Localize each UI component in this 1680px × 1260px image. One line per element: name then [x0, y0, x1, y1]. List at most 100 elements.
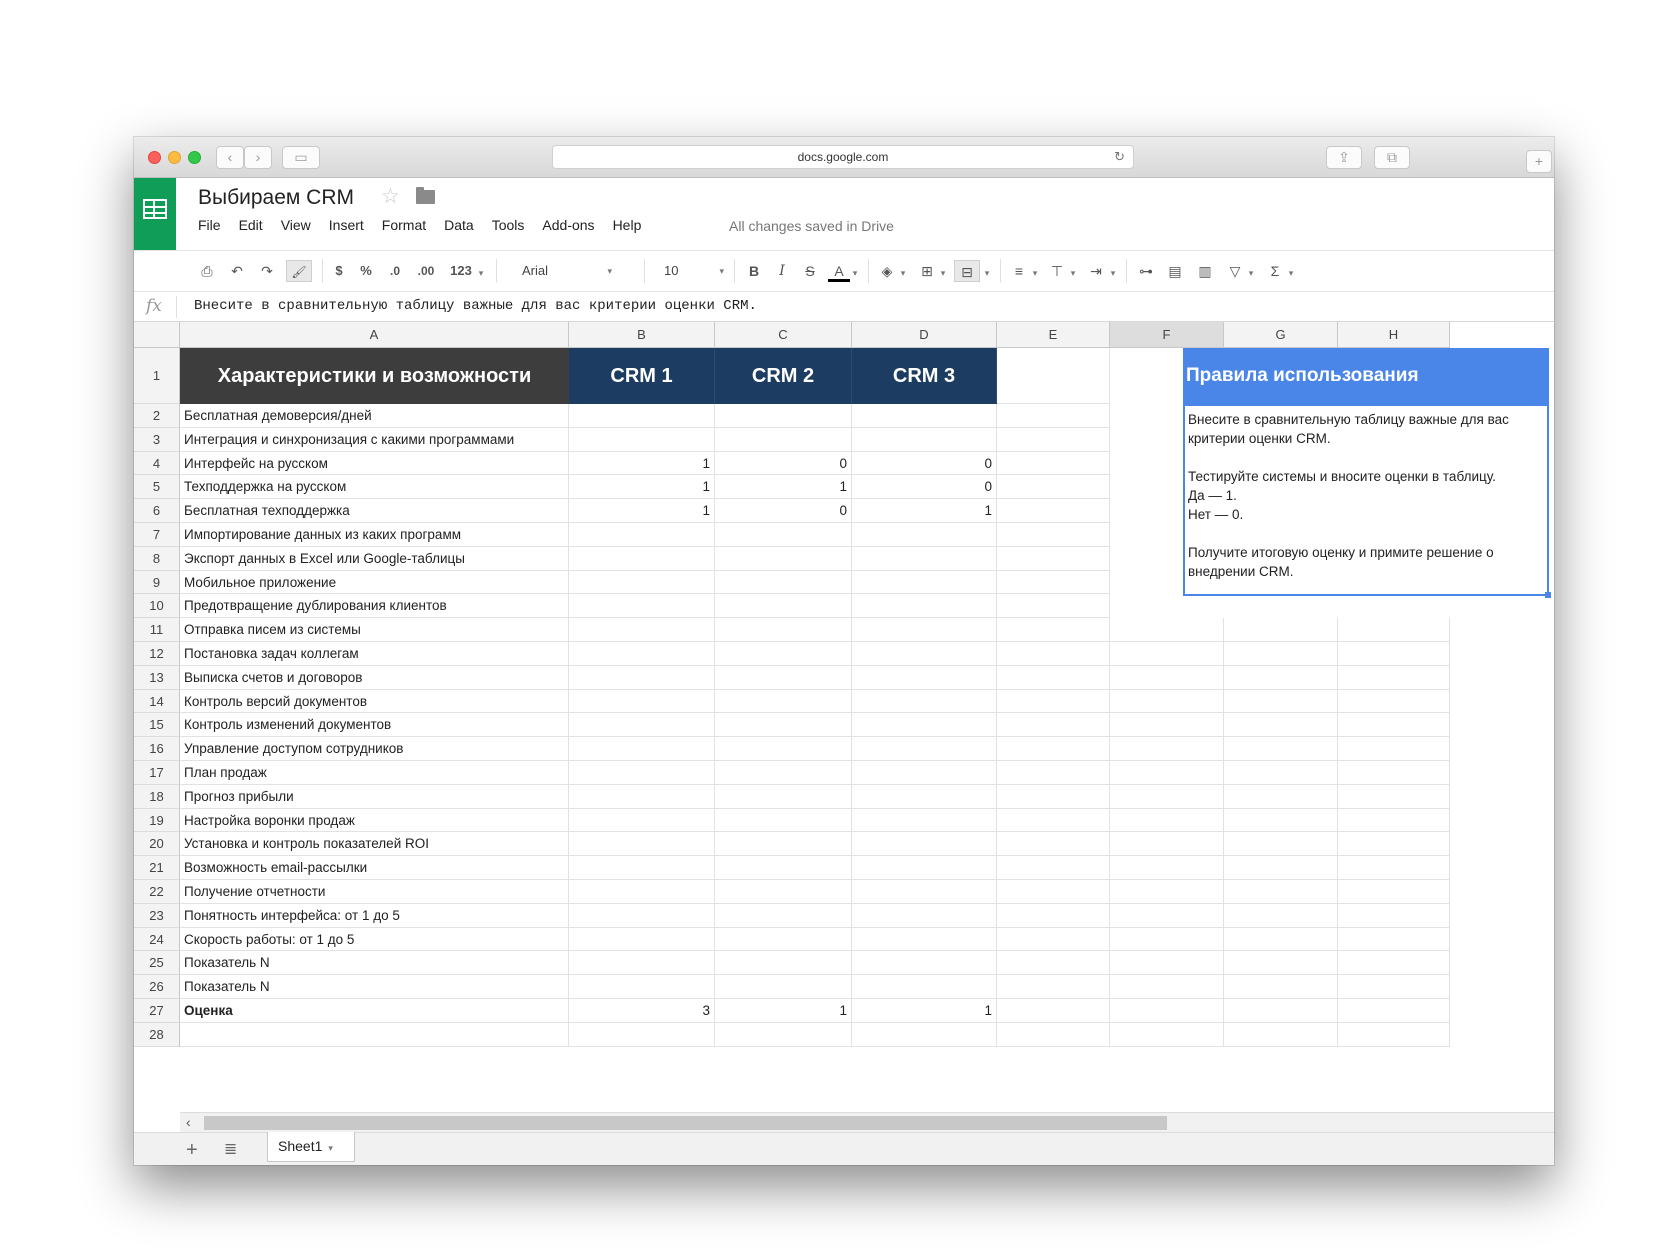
address-bar[interactable]: docs.google.com ↻ [552, 145, 1134, 169]
cell-g-row[interactable] [1224, 761, 1338, 785]
cell-a-row[interactable]: Интеграция и синхронизация с какими прог… [180, 427, 569, 452]
cell-c-row[interactable] [715, 832, 852, 857]
increase-decimal-button[interactable]: .00 [412, 260, 440, 282]
cell-c-row[interactable] [715, 570, 852, 595]
cell-d-row[interactable] [852, 713, 997, 738]
cell-c-row[interactable] [715, 1022, 852, 1047]
cell-e-row[interactable] [997, 499, 1110, 523]
cell-b-row[interactable]: 1 [569, 499, 715, 523]
cell-d-row[interactable] [852, 832, 997, 857]
row-header[interactable]: 9 [134, 570, 180, 595]
cell-c-row[interactable] [715, 546, 852, 571]
cell-e-row[interactable] [997, 546, 1110, 571]
cell-g-row[interactable] [1224, 784, 1338, 809]
cell-b-row[interactable]: 1 [569, 451, 715, 476]
cell-a-row[interactable]: Предотвращение дублирования клиентов [180, 594, 569, 619]
cell-b1-header[interactable]: CRM 1 [569, 348, 715, 404]
currency-format-button[interactable]: $ [330, 260, 348, 282]
cell-b-row[interactable] [569, 594, 715, 619]
cell-c-row[interactable] [715, 689, 852, 714]
column-header-h[interactable]: H [1338, 322, 1450, 348]
row-header[interactable]: 28 [134, 1022, 180, 1047]
undo-icon[interactable]: ↶ [226, 260, 248, 282]
cell-c-row[interactable] [715, 880, 852, 904]
cell-f-row[interactable] [1110, 808, 1224, 833]
cell-e-row[interactable] [997, 713, 1110, 738]
cell-e-row[interactable] [997, 618, 1110, 642]
row-header[interactable]: 13 [134, 665, 180, 690]
document-title[interactable]: Выбираем CRM [198, 186, 354, 210]
select-all-corner[interactable] [134, 322, 180, 348]
row-header[interactable]: 2 [134, 404, 180, 428]
cell-b-row[interactable] [569, 523, 715, 547]
cell-g-row[interactable] [1224, 689, 1338, 714]
cell-a-row[interactable]: Контроль версий документов [180, 689, 569, 714]
sheets-logo[interactable] [134, 178, 176, 250]
column-header-g[interactable]: G [1224, 322, 1338, 348]
cell-c-row[interactable] [715, 856, 852, 880]
cell-c-row[interactable] [715, 427, 852, 452]
cell-h-row[interactable] [1338, 689, 1450, 714]
cell-e-row[interactable] [997, 927, 1110, 952]
text-wrap-icon[interactable]: ⇥ [1084, 260, 1108, 282]
cell-h-row[interactable] [1338, 784, 1450, 809]
cell-c-row[interactable] [715, 523, 852, 547]
cell-d-row[interactable]: 0 [852, 475, 997, 500]
cell-b-row[interactable] [569, 951, 715, 976]
cell-b-row[interactable] [569, 927, 715, 952]
cell-d-row[interactable] [852, 642, 997, 666]
cell-a-row[interactable]: Мобильное приложение [180, 570, 569, 595]
cell-d-row[interactable] [852, 689, 997, 714]
cell-b-row[interactable] [569, 546, 715, 571]
cell-h-row[interactable] [1338, 903, 1450, 928]
cell-d-row[interactable]: 1 [852, 499, 997, 523]
cell-h-row[interactable] [1338, 856, 1450, 880]
cell-g-row[interactable] [1224, 999, 1338, 1023]
cell-h-row[interactable] [1338, 951, 1450, 976]
cell-d-row[interactable]: 0 [852, 451, 997, 476]
cell-c-row[interactable] [715, 784, 852, 809]
cell-d-row[interactable] [852, 737, 997, 761]
cell-b-row[interactable] [569, 713, 715, 738]
cell-a-row[interactable]: Настройка воронки продаж [180, 808, 569, 833]
cell-e-row[interactable] [997, 784, 1110, 809]
menu-insert[interactable]: Insert [329, 217, 364, 239]
cell-a-row[interactable]: Техподдержка на русском [180, 475, 569, 500]
star-icon[interactable]: ☆ [381, 184, 400, 209]
cell-f-row[interactable] [1110, 642, 1224, 666]
row-header[interactable]: 4 [134, 451, 180, 476]
text-color-button[interactable]: A [828, 260, 850, 282]
cell-b-row[interactable] [569, 427, 715, 452]
cell-e-row[interactable] [997, 404, 1110, 428]
cell-b-row[interactable] [569, 642, 715, 666]
cell-c-row[interactable] [715, 665, 852, 690]
cell-b-row[interactable] [569, 689, 715, 714]
row-header[interactable]: 15 [134, 713, 180, 738]
forward-button[interactable]: › [244, 146, 272, 169]
row-header[interactable]: 5 [134, 475, 180, 500]
cell-c-row[interactable] [715, 594, 852, 619]
cell-f-row[interactable] [1110, 784, 1224, 809]
cell-g-row[interactable] [1224, 808, 1338, 833]
cell-f-row[interactable] [1110, 618, 1224, 642]
cell-f-row[interactable] [1110, 761, 1224, 785]
cell-e-row[interactable] [997, 642, 1110, 666]
cell-h-row[interactable] [1338, 832, 1450, 857]
insert-comment-icon[interactable]: ▤ [1164, 260, 1186, 282]
cell-h-row[interactable] [1338, 975, 1450, 999]
add-sheet-icon[interactable]: + [186, 1139, 198, 1162]
cell-d-row[interactable] [852, 618, 997, 642]
cell-a-row[interactable]: Отправка писем из системы [180, 618, 569, 642]
percent-format-button[interactable]: % [356, 260, 376, 282]
cell-d-row[interactable] [852, 951, 997, 976]
selection-fill-handle[interactable] [1545, 592, 1551, 598]
cell-g-row[interactable] [1224, 856, 1338, 880]
cell-e-row[interactable] [997, 523, 1110, 547]
row-header[interactable]: 19 [134, 808, 180, 833]
column-header-b[interactable]: B [569, 322, 715, 348]
cell-d-row[interactable] [852, 856, 997, 880]
cell-b-row[interactable] [569, 404, 715, 428]
menu-view[interactable]: View [281, 217, 311, 239]
cell-d-row[interactable] [852, 975, 997, 999]
cell-a-row[interactable]: Оценка [180, 999, 569, 1023]
